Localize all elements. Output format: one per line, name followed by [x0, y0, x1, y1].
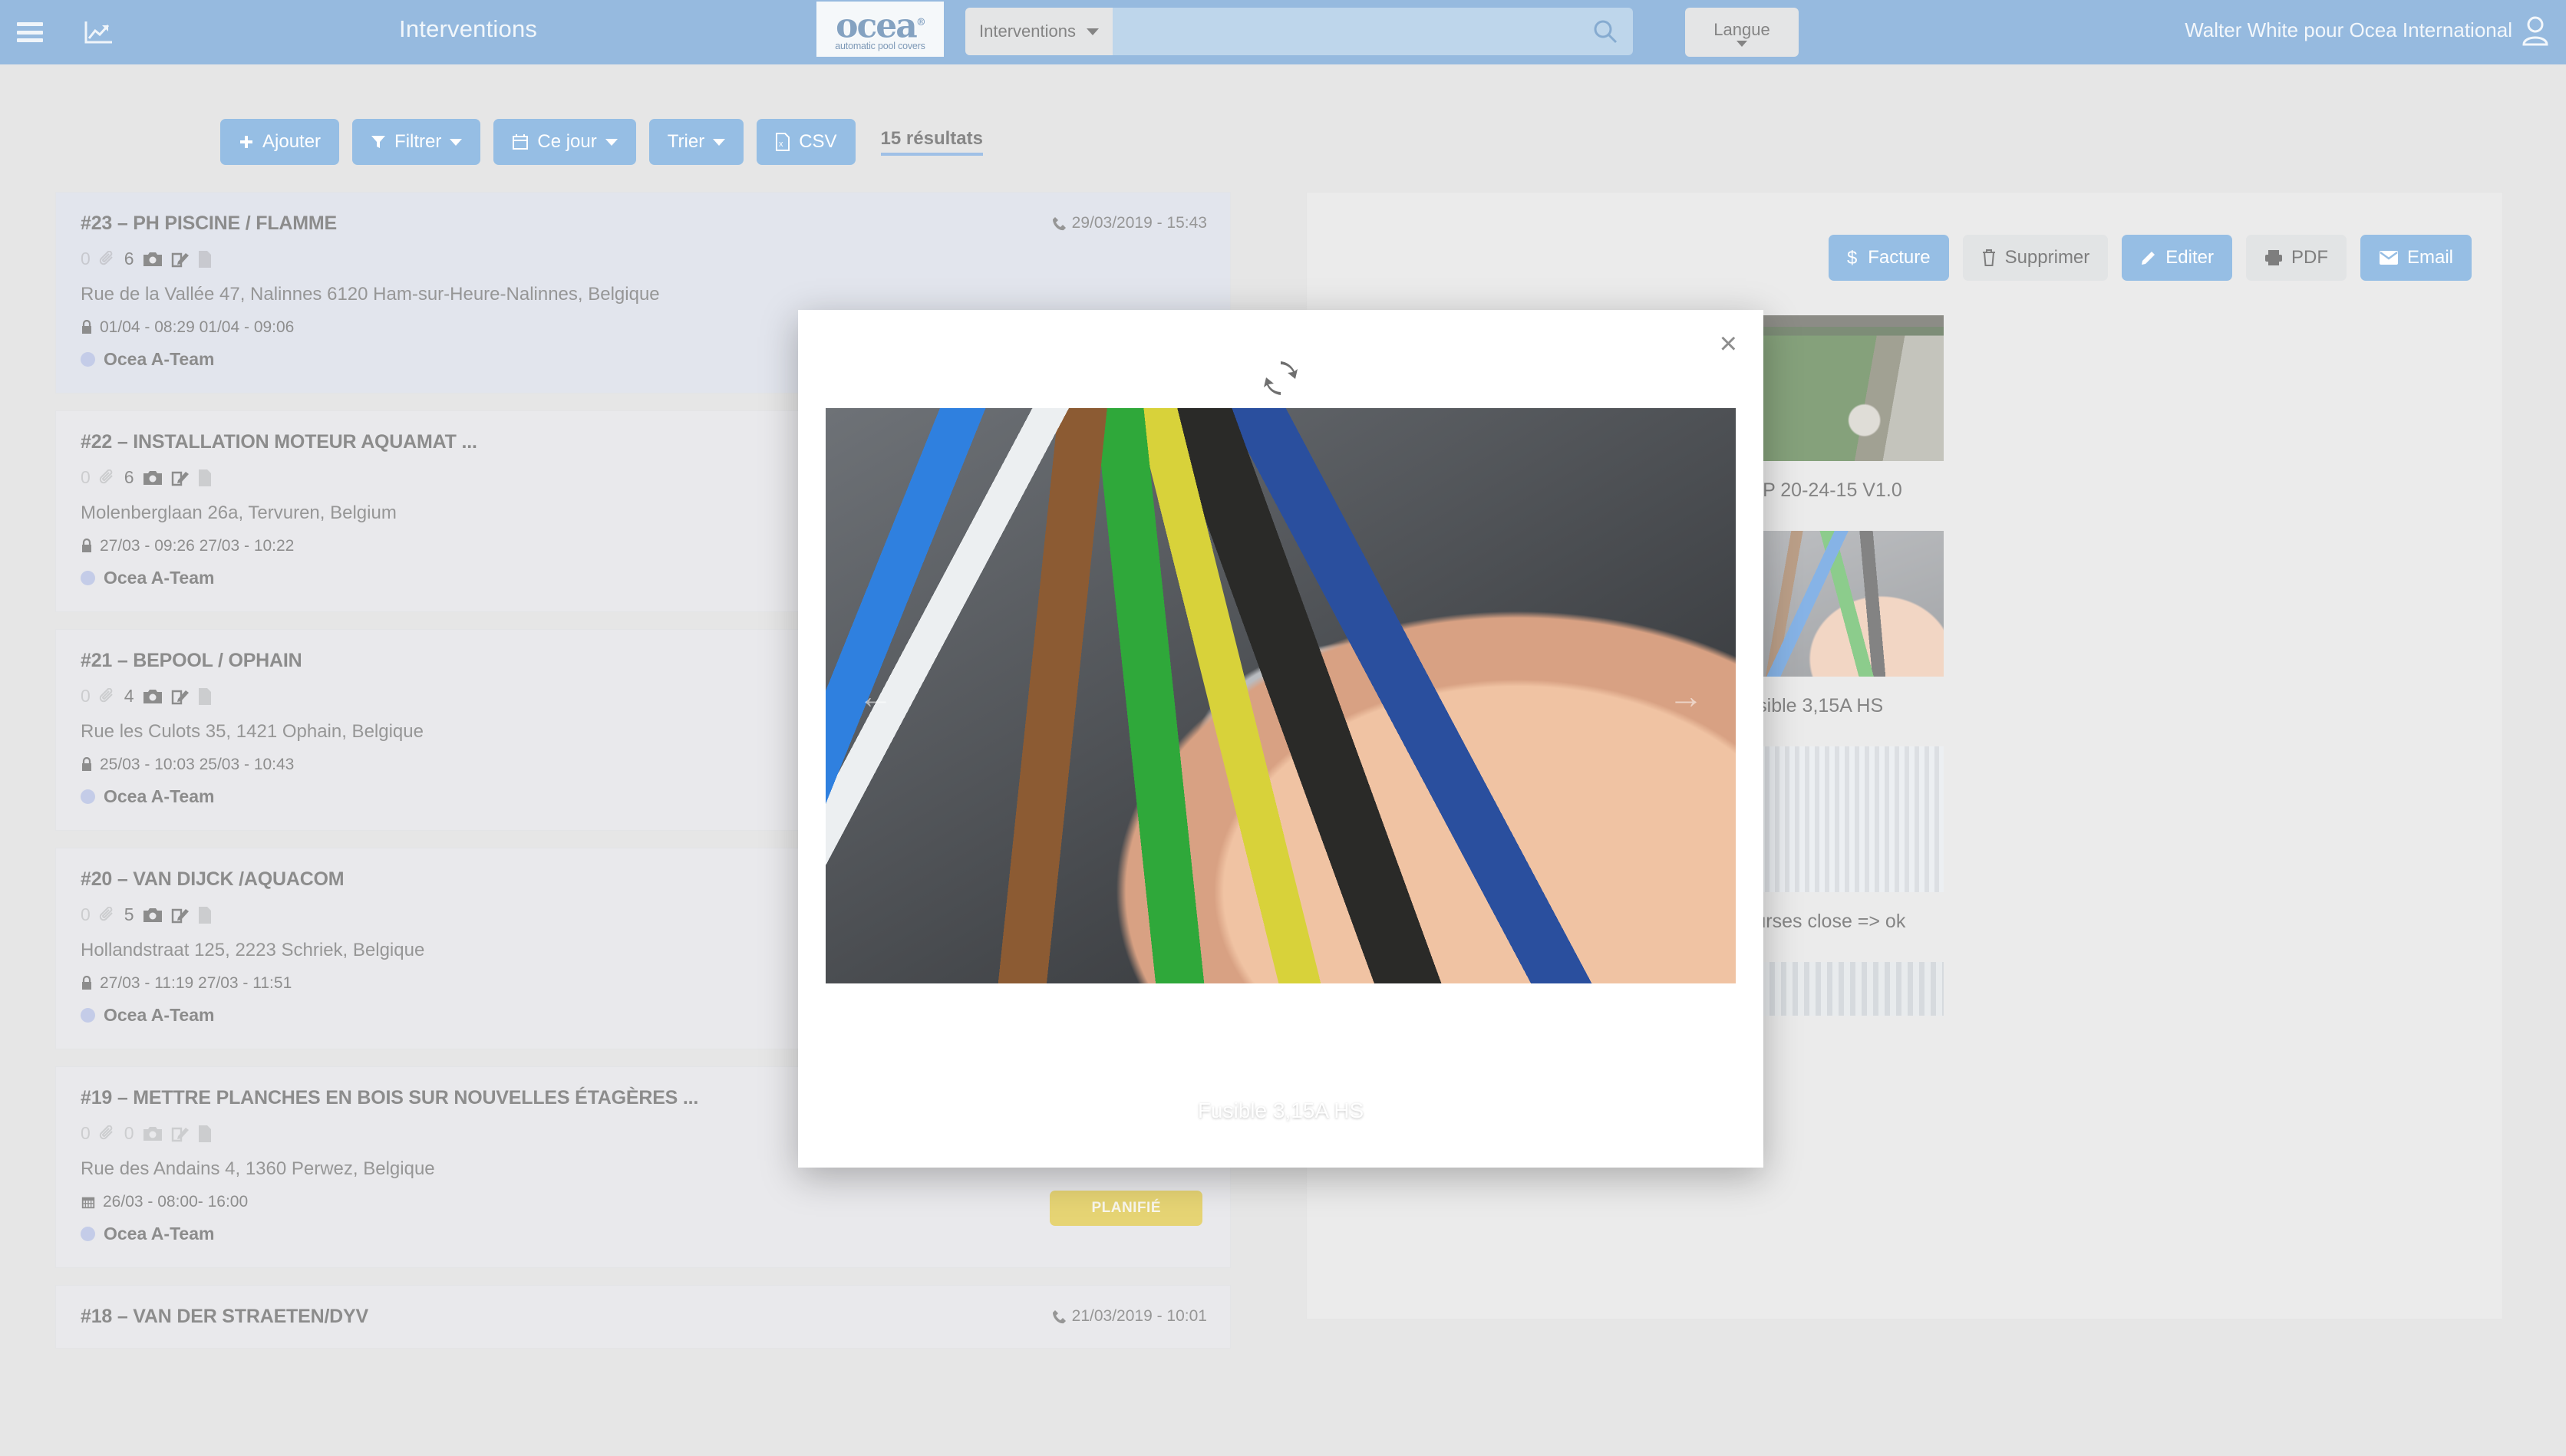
photo-viewer-image: ← → — [826, 408, 1736, 983]
rotate-icon[interactable] — [1261, 358, 1301, 402]
photo-viewer-modal: × ← → Fusible 3,15A HS — [798, 310, 1763, 1168]
modal-header: × — [798, 310, 1763, 402]
close-icon[interactable]: × — [1720, 328, 1737, 359]
photo-viewer-caption: Fusible 3,15A HS — [1197, 1099, 1364, 1122]
next-photo-arrow-icon[interactable]: → — [1668, 675, 1704, 716]
prev-photo-arrow-icon[interactable]: ← — [858, 675, 893, 716]
